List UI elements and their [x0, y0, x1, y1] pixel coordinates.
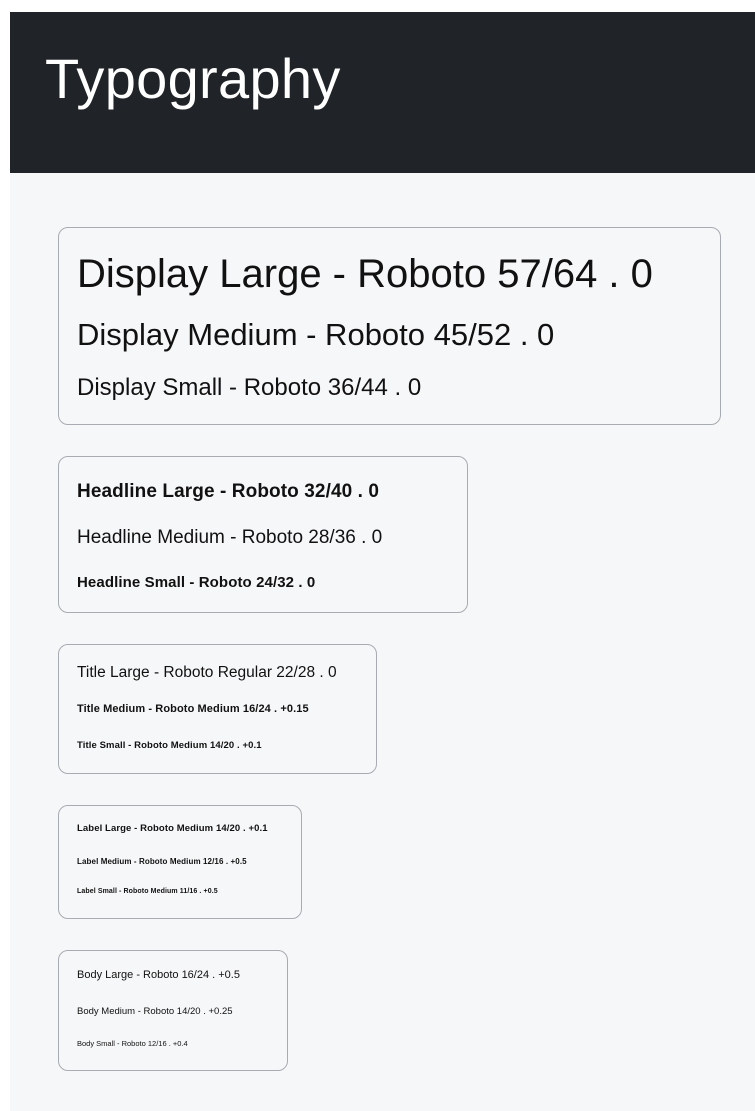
headline-small-text: Headline Small - Roboto 24/32 . 0 — [77, 574, 316, 591]
display-styles-card: Display Large - Roboto 57/64 . 0 Display… — [58, 227, 721, 425]
body-styles-card: Body Large - Roboto 16/24 . +0.5 Body Me… — [58, 950, 288, 1071]
headline-medium-text: Headline Medium - Roboto 28/36 . 0 — [77, 527, 383, 548]
headline-large-text: Headline Large - Roboto 32/40 . 0 — [77, 481, 380, 502]
display-large-text: Display Large - Roboto 57/64 . 0 — [77, 252, 653, 296]
label-small-text: Label Small - Roboto Medium 11/16 . +0.5 — [77, 888, 218, 895]
app-bar-title: Typography — [45, 47, 341, 110]
app-bar: Typography — [10, 12, 755, 173]
title-medium-text: Title Medium - Roboto Medium 16/24 . +0.… — [77, 703, 309, 715]
body-large-text: Body Large - Roboto 16/24 . +0.5 — [77, 969, 240, 981]
body-medium-text: Body Medium - Roboto 14/20 . +0.25 — [77, 1006, 233, 1017]
title-large-text: Title Large - Roboto Regular 22/28 . 0 — [77, 664, 337, 681]
label-large-text: Label Large - Roboto Medium 14/20 . +0.1 — [77, 823, 268, 834]
label-styles-card: Label Large - Roboto Medium 14/20 . +0.1… — [58, 805, 302, 919]
title-small-text: Title Small - Roboto Medium 14/20 . +0.1 — [77, 740, 262, 751]
display-medium-text: Display Medium - Roboto 45/52 . 0 — [77, 317, 555, 352]
display-small-text: Display Small - Roboto 36/44 . 0 — [77, 374, 422, 401]
typography-screen: Typography Display Large - Roboto 57/64 … — [10, 12, 755, 1111]
headline-styles-card: Headline Large - Roboto 32/40 . 0 Headli… — [58, 456, 468, 613]
body-small-text: Body Small - Roboto 12/16 . +0.4 — [77, 1039, 188, 1048]
title-styles-card: Title Large - Roboto Regular 22/28 . 0 T… — [58, 644, 377, 774]
label-medium-text: Label Medium - Roboto Medium 12/16 . +0.… — [77, 857, 247, 866]
